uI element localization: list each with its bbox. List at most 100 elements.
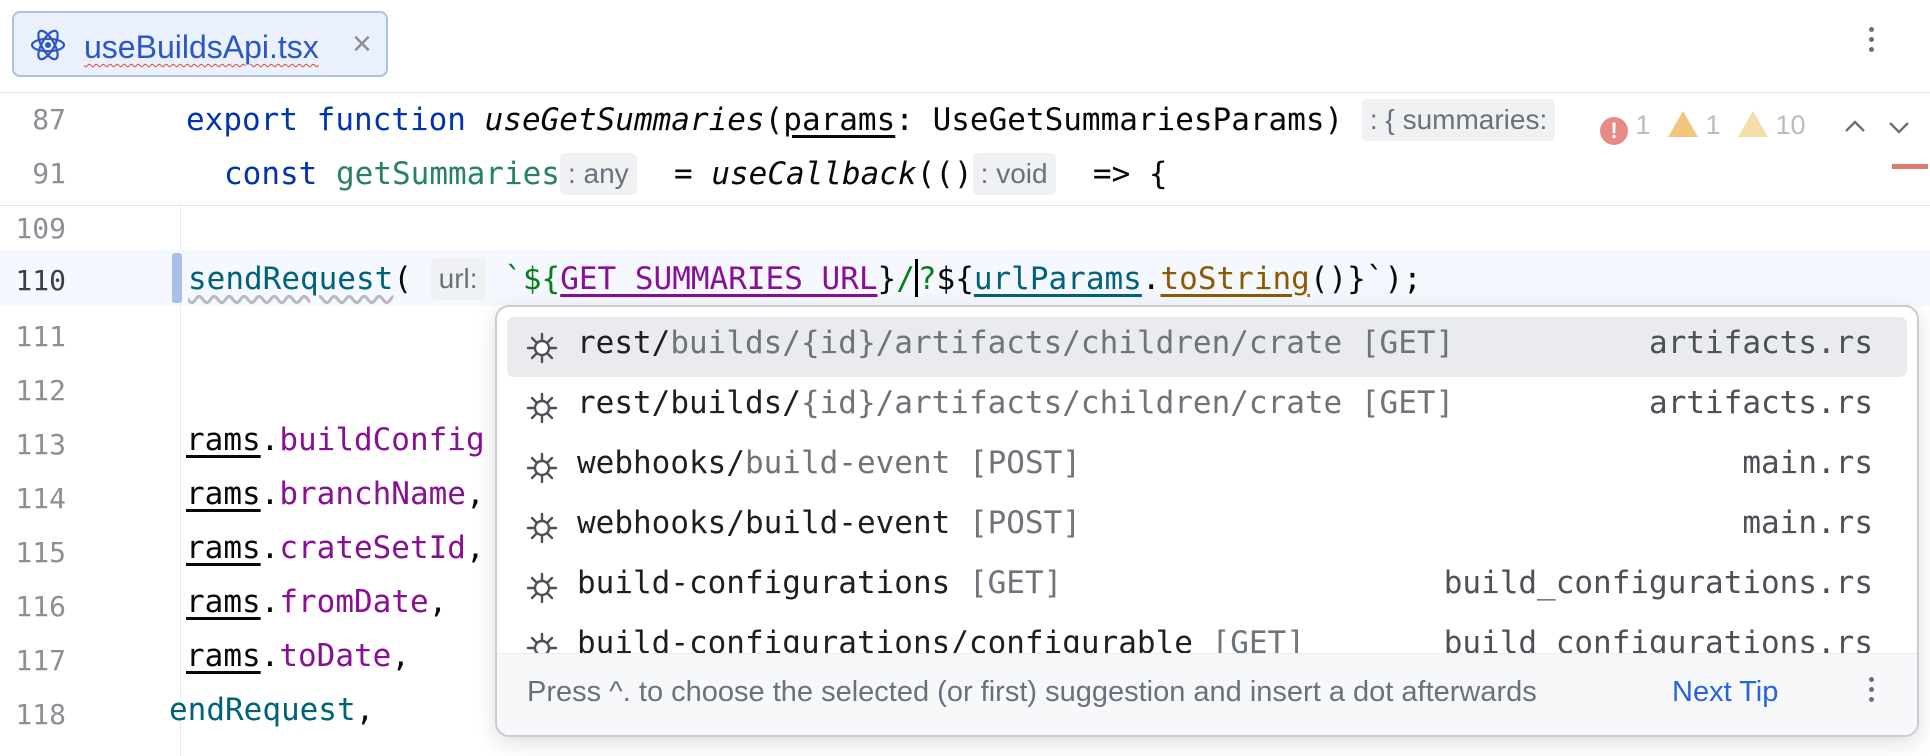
next-tip-link[interactable]: Next Tip (1672, 676, 1778, 709)
paren: (() (916, 156, 973, 192)
line-number: 115 (15, 536, 66, 569)
code-line-110[interactable]: sendRequest( url: `${GET_SUMMARIES_URL}/… (188, 258, 1422, 300)
line-number: 116 (15, 590, 66, 623)
tip-text: Press ^. to choose the selected (or firs… (527, 676, 1537, 708)
completion-popup[interactable]: rest/builds/{id}/artifacts/children/crat… (495, 305, 1919, 737)
property: buildConfig (279, 422, 485, 458)
completion-match: rest/ (577, 325, 671, 361)
line-number: 109 (15, 212, 66, 245)
paren: ( (764, 102, 784, 138)
code-line-113[interactable]: rams.buildConfig (186, 422, 485, 458)
endpoint-icon (526, 332, 558, 364)
string-part: ? (917, 261, 937, 297)
method-call: toString (1160, 261, 1310, 297)
variable: rams (186, 584, 261, 620)
completion-rest: build-event [POST] (744, 445, 1081, 481)
keyword: const (224, 156, 318, 192)
line-number: 118 (15, 698, 66, 731)
line-number: 111 (15, 320, 66, 353)
completion-source: main.rs (1742, 505, 1873, 541)
string-part: / (896, 261, 915, 297)
chevron-up-icon[interactable] (1842, 114, 1868, 140)
warning-count[interactable]: 1 (1668, 110, 1721, 141)
completion-rest: builds/{id}/artifacts/children/crate [GE… (670, 325, 1455, 361)
completion-text: webhooks/build-event [POST] (577, 505, 1081, 541)
completion-source: build_configurations.rs (1443, 565, 1873, 601)
completion-text: webhooks/build-event [POST] (577, 445, 1081, 481)
comma: , (465, 530, 485, 566)
type-hint: : any (559, 153, 637, 195)
completion-text: rest/builds/{id}/artifacts/children/crat… (577, 385, 1454, 421)
completion-item[interactable]: webhooks/build-event [POST] main.rs (507, 437, 1907, 497)
template-start: `${ (504, 261, 561, 297)
completion-match: build-configurations/configurable (577, 625, 1193, 653)
completion-list[interactable]: rest/builds/{id}/artifacts/children/crat… (497, 307, 1917, 653)
sticky-line-91[interactable]: const getSummaries: any = useCallback(()… (224, 153, 1168, 195)
completion-text: build-configurations/configurable [GET] (577, 625, 1305, 653)
keyword: function (316, 102, 466, 138)
code-line-118[interactable]: endRequest, (169, 692, 374, 728)
tab-usebuildsapi[interactable]: useBuildsApi.tsx × (12, 11, 388, 77)
operator: = (674, 156, 712, 192)
dot: . (260, 584, 280, 620)
warning-count-value: 1 (1705, 110, 1721, 140)
brace: } (877, 261, 897, 297)
completion-item[interactable]: webhooks/build-event [POST] main.rs (507, 497, 1907, 557)
completion-rest: [GET] (1192, 625, 1305, 653)
dot: . (1141, 261, 1161, 297)
completion-footer: Press ^. to choose the selected (or firs… (497, 653, 1917, 735)
weak-warning-count-value: 10 (1775, 110, 1806, 140)
property: branchName (279, 476, 466, 512)
variable: urlParams (973, 261, 1142, 297)
inspection-widget[interactable]: ! 1 1 10 (1582, 100, 1930, 156)
comma: , (391, 638, 410, 674)
endpoint-icon (526, 632, 558, 653)
dot: . (260, 422, 280, 458)
error-count[interactable]: ! 1 (1600, 110, 1651, 145)
completion-item[interactable]: rest/builds/{id}/artifacts/children/crat… (507, 377, 1907, 437)
comma: , (355, 692, 375, 728)
completion-item[interactable]: build-configurations/configurable [GET] … (507, 617, 1907, 653)
completion-rest: [GET] (950, 565, 1063, 601)
completion-item[interactable]: build-configurations [GET] build_configu… (507, 557, 1907, 617)
completion-match: rest/builds/ (577, 385, 801, 421)
completion-item[interactable]: rest/builds/{id}/artifacts/children/crat… (507, 317, 1907, 377)
endpoint-icon (526, 392, 558, 424)
type-hint: : void (972, 153, 1056, 195)
popup-options-icon[interactable] (1867, 672, 1875, 716)
function-call: sendRequest (188, 261, 394, 297)
editor-tab-bar: useBuildsApi.tsx × (0, 0, 1930, 93)
parameter-hint: url: (430, 258, 486, 300)
paren: ( (393, 261, 412, 297)
paren: () (1309, 261, 1348, 297)
change-marker[interactable] (172, 253, 182, 303)
chevron-down-icon[interactable] (1886, 114, 1912, 140)
endpoint-icon (526, 452, 558, 484)
warning-icon (1668, 111, 1698, 137)
close-tab-icon[interactable]: × (352, 25, 372, 64)
more-options-icon[interactable] (1866, 22, 1876, 66)
function-ref: endRequest (169, 692, 356, 728)
error-stripe-mark[interactable] (1892, 164, 1928, 169)
dot: . (260, 476, 280, 512)
sticky-line-87[interactable]: export function useGetSummaries(params: … (186, 99, 1556, 141)
error-icon: ! (1600, 117, 1628, 145)
property: toDate (279, 638, 392, 674)
parameter: params (783, 102, 896, 138)
arrow: => { (1092, 156, 1168, 192)
comma: , (465, 476, 485, 512)
param-type: : UseGetSummariesParams) (895, 102, 1344, 138)
endpoint-icon (526, 512, 558, 544)
code-line-116[interactable]: rams.fromDate, (186, 584, 447, 620)
variable: rams (186, 476, 261, 512)
weak-warning-count[interactable]: 10 (1738, 110, 1806, 141)
completion-rest: [POST] (950, 505, 1081, 541)
dot: . (260, 530, 280, 566)
code-line-117[interactable]: rams.toDate, (186, 638, 410, 674)
property: fromDate (279, 584, 429, 620)
error-count-value: 1 (1635, 110, 1651, 140)
code-line-115[interactable]: rams.crateSetId, (186, 530, 485, 566)
code-line-114[interactable]: rams.branchName, (186, 476, 485, 512)
keyword: export (186, 102, 298, 138)
variable: rams (186, 638, 261, 674)
